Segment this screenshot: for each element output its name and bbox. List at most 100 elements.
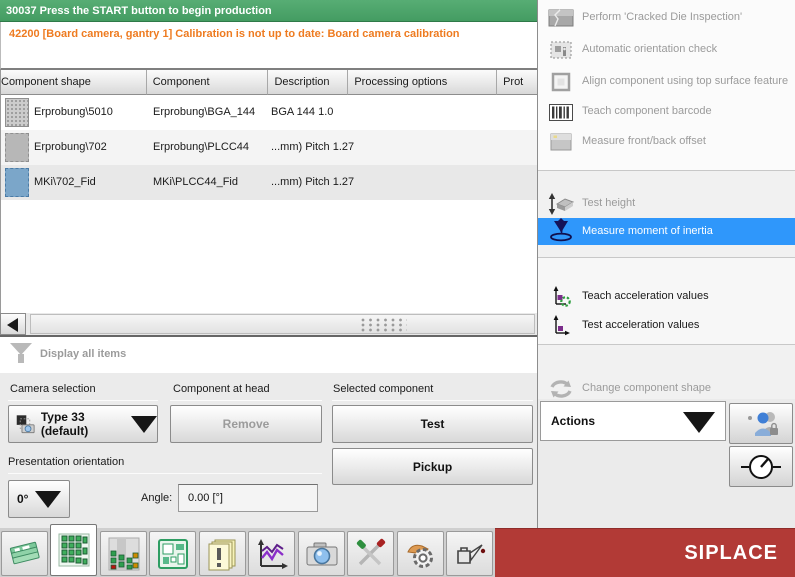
menu-item-change-component-shape[interactable]: Change component shape [538, 377, 795, 401]
scroll-left-button[interactable] [0, 313, 26, 335]
camera-selection-label: Camera selection [10, 383, 96, 395]
toolbar-button-component-status[interactable] [100, 531, 147, 576]
orientation-value: 0° [17, 492, 29, 506]
control-panel: Camera selection Component at head Selec… [0, 373, 537, 528]
hand-gear-icon [406, 544, 433, 568]
dropdown-arrow-icon [35, 490, 61, 508]
camera-type-dropdown[interactable]: Type 33 (default) [8, 405, 158, 443]
graph-icon [257, 538, 288, 569]
toolbar-button-adjust-tools[interactable] [347, 531, 394, 576]
cell-component: Erprobung\PLCC44 [153, 141, 250, 153]
remove-button[interactable]: Remove [170, 405, 322, 443]
cell-description: ...mm) Pitch 1.27 [271, 141, 355, 153]
oil-can-icon [456, 543, 485, 564]
toolbar-button-board-stack[interactable] [1, 531, 48, 576]
board-camera-icon [16, 415, 35, 434]
toolbar-button-maintenance[interactable] [397, 531, 444, 576]
siplace-logo: SIPLACE [684, 542, 778, 564]
siplace-station-window: 30037 Press the START button to begin pr… [0, 0, 795, 577]
tools-icon [356, 538, 385, 565]
cell-component: MKi\PLCC44_Fid [153, 176, 238, 188]
board-stack-icon [9, 541, 40, 564]
dropdown-arrow-icon [131, 415, 157, 433]
user-access-button[interactable] [729, 403, 793, 444]
horizontal-scrollbar[interactable] [0, 313, 537, 337]
menu-item-test-height[interactable]: Test height [538, 192, 795, 216]
status-message: 30037 Press the START button to begin pr… [6, 5, 272, 17]
test-acceleration-icon [546, 314, 576, 338]
moment-of-inertia-icon [546, 218, 576, 242]
cell-component: Erprobung\BGA_144 [153, 106, 256, 118]
column-header-prot[interactable]: Prot [497, 70, 537, 95]
align-square-icon [546, 70, 576, 94]
barcode-icon [546, 100, 576, 124]
test-height-icon [546, 192, 576, 216]
menu-item-test-acceleration-values[interactable]: Test acceleration values [538, 314, 795, 338]
camera-type-value: Type 33 (default) [40, 410, 89, 438]
menu-item-teach-component-barcode[interactable]: Teach component barcode [538, 100, 795, 124]
actions-dropdown[interactable]: Actions [540, 401, 726, 441]
menu-item-measure-moment-of-inertia[interactable]: Measure moment of inertia [538, 218, 795, 245]
cracked-die-icon [546, 6, 576, 30]
scrollbar-thumb[interactable] [30, 314, 535, 334]
toolbar-button-performance-graph[interactable] [248, 531, 295, 576]
filter-label: Display all items [40, 348, 127, 360]
column-header-component[interactable]: Component [146, 70, 269, 95]
dropdown-arrow-icon [683, 412, 715, 433]
teach-acceleration-icon [546, 285, 576, 309]
component-grid-icon [58, 533, 89, 567]
column-header-description[interactable]: Description [268, 70, 349, 95]
presentation-orientation-label: Presentation orientation [8, 456, 125, 468]
component-table: Component shape Component Description Pr… [0, 70, 537, 313]
orientation-dropdown[interactable]: 0° [8, 480, 70, 518]
test-button[interactable]: Test [332, 405, 533, 443]
brand-bar: SIPLACE [495, 528, 795, 577]
plcc-shape-icon [5, 133, 29, 162]
message-list: 42200 [Board camera, gantry 1] Calibrati… [0, 22, 537, 70]
status-bars-icon [108, 537, 139, 570]
cell-component-shape: Erprobung\702 [34, 141, 107, 153]
left-arrow-icon [7, 318, 18, 332]
pickup-button[interactable]: Pickup [332, 448, 533, 485]
angle-label: Angle: [141, 492, 173, 504]
actions-label: Actions [551, 414, 596, 428]
table-row[interactable]: Erprobung\702 Erprobung\PLCC44 ...mm) Pi… [1, 130, 537, 165]
menu-item-teach-acceleration-values[interactable]: Teach acceleration values [538, 285, 795, 309]
pcb-layout-icon [157, 538, 188, 569]
toolbar-button-lubrication[interactable] [446, 531, 493, 576]
menu-item-align-top-surface[interactable]: Align component using top surface featur… [538, 70, 795, 94]
cell-description: BGA 144 1.0 [271, 106, 334, 118]
table-header: Component shape Component Description Pr… [1, 70, 537, 95]
change-shape-icon [546, 377, 576, 401]
table-row[interactable]: MKi\702_Fid MKi\PLCC44_Fid ...mm) Pitch … [1, 165, 537, 200]
people-lock-icon [748, 411, 778, 436]
gauge-icon [741, 454, 781, 479]
front-back-offset-icon [546, 130, 576, 154]
menu-item-cracked-die-inspection[interactable]: Perform 'Cracked Die Inspection' [538, 6, 795, 30]
column-header-processing-options[interactable]: Processing options [348, 70, 498, 95]
status-bar: 30037 Press the START button to begin pr… [0, 0, 537, 22]
action-menu-panel: Perform 'Cracked Die Inspection' Automat… [537, 0, 795, 528]
toolbar-button-camera[interactable] [298, 531, 345, 576]
column-header-component-shape[interactable]: Component shape [1, 70, 147, 95]
filter-row[interactable]: Display all items [0, 337, 537, 373]
funnel-icon [10, 343, 32, 363]
menu-item-automatic-orientation-check[interactable]: Automatic orientation check [538, 38, 795, 62]
grip-dots-icon [361, 318, 407, 333]
bottom-toolbar: SIPLACE [0, 524, 795, 577]
table-row[interactable]: Erprobung\5010 Erprobung\BGA_144 BGA 144… [1, 95, 537, 130]
menu-item-measure-front-back-offset[interactable]: Measure front/back offset [538, 130, 795, 154]
selected-component-label: Selected component [333, 383, 434, 395]
diagnostics-button[interactable] [729, 446, 793, 487]
bga-shape-icon [5, 98, 29, 127]
cell-description: ...mm) Pitch 1.27 [271, 176, 355, 188]
orientation-check-icon [546, 38, 576, 62]
fiducial-shape-icon [5, 168, 29, 197]
cell-component-shape: Erprobung\5010 [34, 106, 113, 118]
toolbar-button-error-log[interactable] [199, 531, 246, 576]
toolbar-button-board-view[interactable] [149, 531, 196, 576]
angle-input[interactable] [178, 484, 318, 512]
component-at-head-label: Component at head [173, 383, 270, 395]
toolbar-button-component-overview[interactable] [50, 524, 97, 576]
error-pages-icon [208, 539, 235, 570]
